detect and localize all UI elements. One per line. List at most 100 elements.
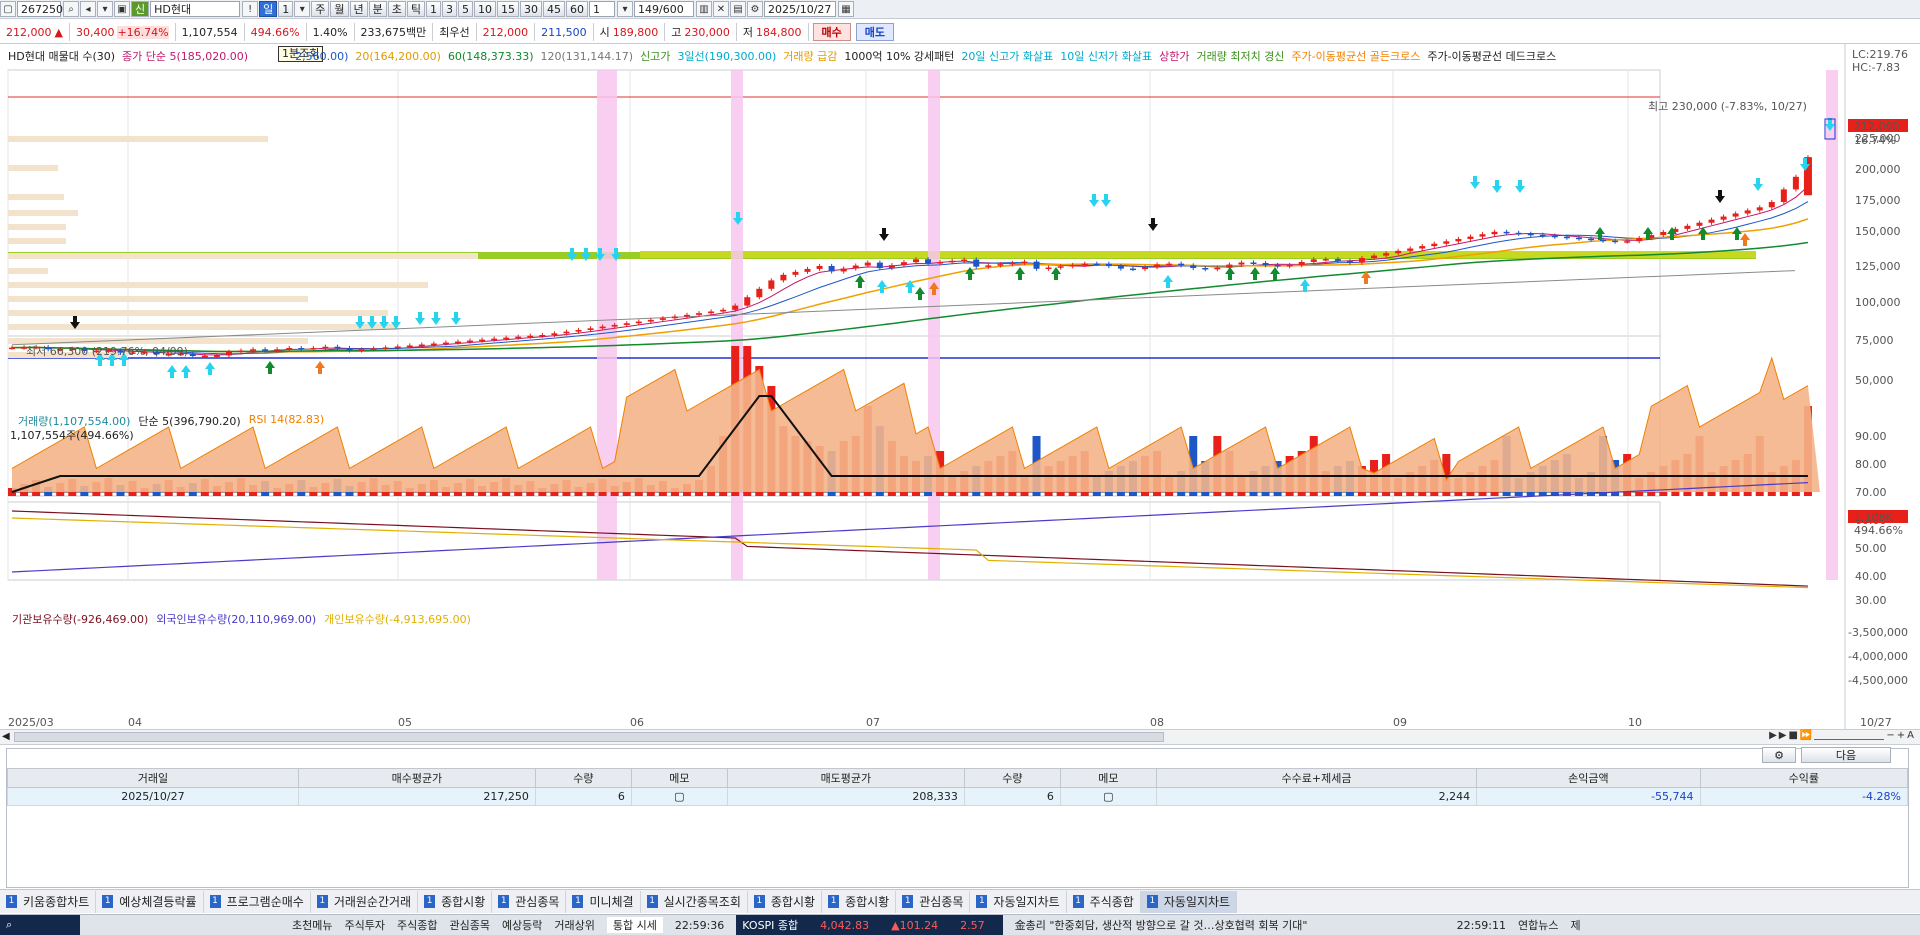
window-tab[interactable]: 1 종합시황 <box>748 890 823 913</box>
minute-60[interactable]: 60 <box>566 1 588 17</box>
period-day[interactable]: 일 <box>259 1 278 17</box>
font-icon[interactable]: A <box>1907 730 1914 741</box>
col-header[interactable]: 메모 <box>630 768 728 788</box>
legend-foreign[interactable]: 외국인보유수량(20,110,969.00) <box>156 611 316 627</box>
col-header[interactable]: 거래일 <box>7 768 299 788</box>
window-tab[interactable]: 1 예상체결등락률 <box>96 890 204 913</box>
legend-ma5[interactable]: 종가 단순 5(185,020.00) <box>122 48 248 64</box>
buy-button[interactable]: 매수 <box>812 23 851 41</box>
legend-volume-low[interactable]: 거래량 최저치 경신 <box>1196 48 1284 64</box>
period-year[interactable]: 년 <box>349 1 368 17</box>
stock-name-field[interactable]: HD현대 <box>150 1 241 17</box>
search-icon[interactable]: ⌕ <box>63 1 79 17</box>
next-button[interactable]: 다음 <box>1801 747 1891 763</box>
chevron-down-icon[interactable]: ▾ <box>617 1 633 17</box>
legend-institution[interactable]: 기관보유수량(-926,469.00) <box>12 611 148 627</box>
legend-ma20[interactable]: 20(164,200.00) <box>355 50 441 63</box>
legend-20day-high[interactable]: 20일 신고가 화살표 <box>961 48 1053 64</box>
legend-10day-low[interactable]: 10일 신저가 화살표 <box>1060 48 1152 64</box>
play-icon[interactable]: ▶ <box>1779 730 1787 741</box>
window-tab[interactable]: 1 거래원순간거래 <box>311 890 419 913</box>
bar-count-field[interactable]: 149/600 <box>634 1 694 17</box>
calendar-icon[interactable]: ▦ <box>838 1 854 17</box>
chevron-down-icon[interactable]: ▾ <box>294 1 311 17</box>
minute-15[interactable]: 15 <box>497 1 519 17</box>
stop-icon[interactable]: ■ <box>1788 730 1797 741</box>
minute-10[interactable]: 10 <box>474 1 496 17</box>
minute-45[interactable]: 45 <box>543 1 565 17</box>
legend-strong-pattern[interactable]: 1000억 10% 강세패턴 <box>844 48 954 64</box>
gear-icon[interactable]: ⚙ <box>747 1 763 17</box>
save-icon[interactable]: ▤ <box>730 1 746 17</box>
settings-button[interactable]: ⚙ <box>1762 747 1796 763</box>
status-menu-4[interactable]: 관심종목 <box>449 917 489 933</box>
legend-volume-profile[interactable]: HD현대 매물대 수(30) <box>8 48 115 64</box>
minute-1[interactable]: 1 <box>426 1 441 17</box>
col-header[interactable]: 손익금액 <box>1476 768 1701 788</box>
lock-icon[interactable]: ▣ <box>114 1 130 17</box>
period-minute[interactable]: 분 <box>368 1 387 17</box>
legend-ma60[interactable]: 60(148,373.33) <box>448 50 534 63</box>
stock-code-input[interactable]: 267250 <box>17 1 63 17</box>
status-menu-5[interactable]: 예상등락 <box>502 917 542 933</box>
col-header[interactable]: 매도평균가 <box>726 768 965 788</box>
scroll-left-icon[interactable]: ◀ <box>2 731 10 742</box>
period-day-count[interactable]: 1 <box>278 1 294 17</box>
news-source[interactable]: 연합뉴스 <box>1518 917 1558 933</box>
period-month[interactable]: 월 <box>330 1 349 17</box>
window-tab[interactable]: 1 종합시황 <box>822 890 897 913</box>
news-headline[interactable]: 金총리 "한중회담, 생산적 방향으로 갈 것…상호협력 회복 기대" <box>1015 917 1445 933</box>
minute-3[interactable]: 3 <box>442 1 457 17</box>
legend-ma120[interactable]: 120(131,144.17) <box>541 50 634 63</box>
minute-30[interactable]: 30 <box>520 1 542 17</box>
status-menu-1[interactable]: 초천메뉴 <box>292 917 332 933</box>
window-tab[interactable]: 1 종합시황 <box>418 890 493 913</box>
status-menu-2[interactable]: 주식투자 <box>344 917 384 933</box>
alert-icon[interactable]: ! <box>242 1 259 17</box>
date-field[interactable]: 2025/10/27 <box>764 1 836 17</box>
period-week[interactable]: 주 <box>311 1 330 17</box>
window-tab[interactable]: 1 키움종합차트 <box>0 890 97 913</box>
period-tick[interactable]: 틱 <box>406 1 425 17</box>
zoom-slider[interactable] <box>1814 730 1885 740</box>
col-header[interactable]: 메모 <box>1059 768 1157 788</box>
stock-chart[interactable]: 225,000200,000175,000150,000125,000100,0… <box>0 44 1920 736</box>
chart-scrollbar[interactable]: ◀ ▶ ▶ ■ ⏩ − + A <box>0 729 1920 745</box>
col-header[interactable]: 매수평균가 <box>297 768 536 788</box>
menu-icon[interactable]: ▢ <box>0 1 16 17</box>
sound-icon[interactable]: ◂ <box>80 1 96 17</box>
zoom-in-icon[interactable]: + <box>1897 730 1905 741</box>
chevron-down-icon[interactable]: ▾ <box>97 1 113 17</box>
window-tab[interactable]: 1 관심종목 <box>896 890 971 913</box>
window-tab[interactable]: 1 실시간종목조회 <box>641 890 748 913</box>
col-header[interactable]: 수량 <box>963 768 1061 788</box>
status-search[interactable]: ⌕ <box>0 915 80 935</box>
legend-new-high[interactable]: 신고가 <box>640 48 670 64</box>
legend-volume-ma5[interactable]: 단순 5(396,790.20) <box>138 413 240 429</box>
legend-ma10[interactable]: 2,560.00) <box>295 50 348 63</box>
window-tab[interactable]: 1 프로그램순매수 <box>204 890 311 913</box>
crosshair-icon[interactable]: ✕ <box>713 1 729 17</box>
realtime-label[interactable]: 통합 시세 <box>606 917 663 933</box>
col-header[interactable]: 수수료+제세금 <box>1155 768 1478 788</box>
chart-type-icon[interactable]: ▥ <box>696 1 712 17</box>
zoom-out-icon[interactable]: − <box>1886 730 1894 741</box>
status-menu-6[interactable]: 거래상위 <box>554 917 594 933</box>
period-second[interactable]: 초 <box>387 1 406 17</box>
window-tab[interactable]: 1 관심종목 <box>492 890 567 913</box>
minute-5[interactable]: 5 <box>458 1 473 17</box>
window-tab[interactable]: 1 미니체결 <box>566 890 641 913</box>
col-header[interactable]: 수량 <box>534 768 632 788</box>
legend-individual[interactable]: 개인보유수량(-4,913,695.00) <box>324 611 471 627</box>
legend-volume-drop[interactable]: 거래량 급감 <box>783 48 837 64</box>
legend-3day[interactable]: 3일선(190,300.00) <box>677 48 776 64</box>
scroll-thumb[interactable] <box>14 732 1164 742</box>
col-header[interactable]: 수익률 <box>1699 768 1909 788</box>
table-row[interactable]: 2025/10/27 217,250 6 ▢ 208,333 6 ▢ 2,244 -55,744… <box>7 787 1909 806</box>
scroll-right-icon[interactable]: ▶ <box>1769 730 1777 741</box>
fast-forward-icon[interactable]: ⏩ <box>1800 730 1812 741</box>
window-tab[interactable]: 1 자동일지차트 <box>970 890 1067 913</box>
legend-rsi[interactable]: RSI 14(82.83) <box>249 413 324 429</box>
status-menu-3[interactable]: 주식종합 <box>397 917 437 933</box>
window-tab[interactable]: 1 자동일지차트 <box>1140 890 1238 913</box>
